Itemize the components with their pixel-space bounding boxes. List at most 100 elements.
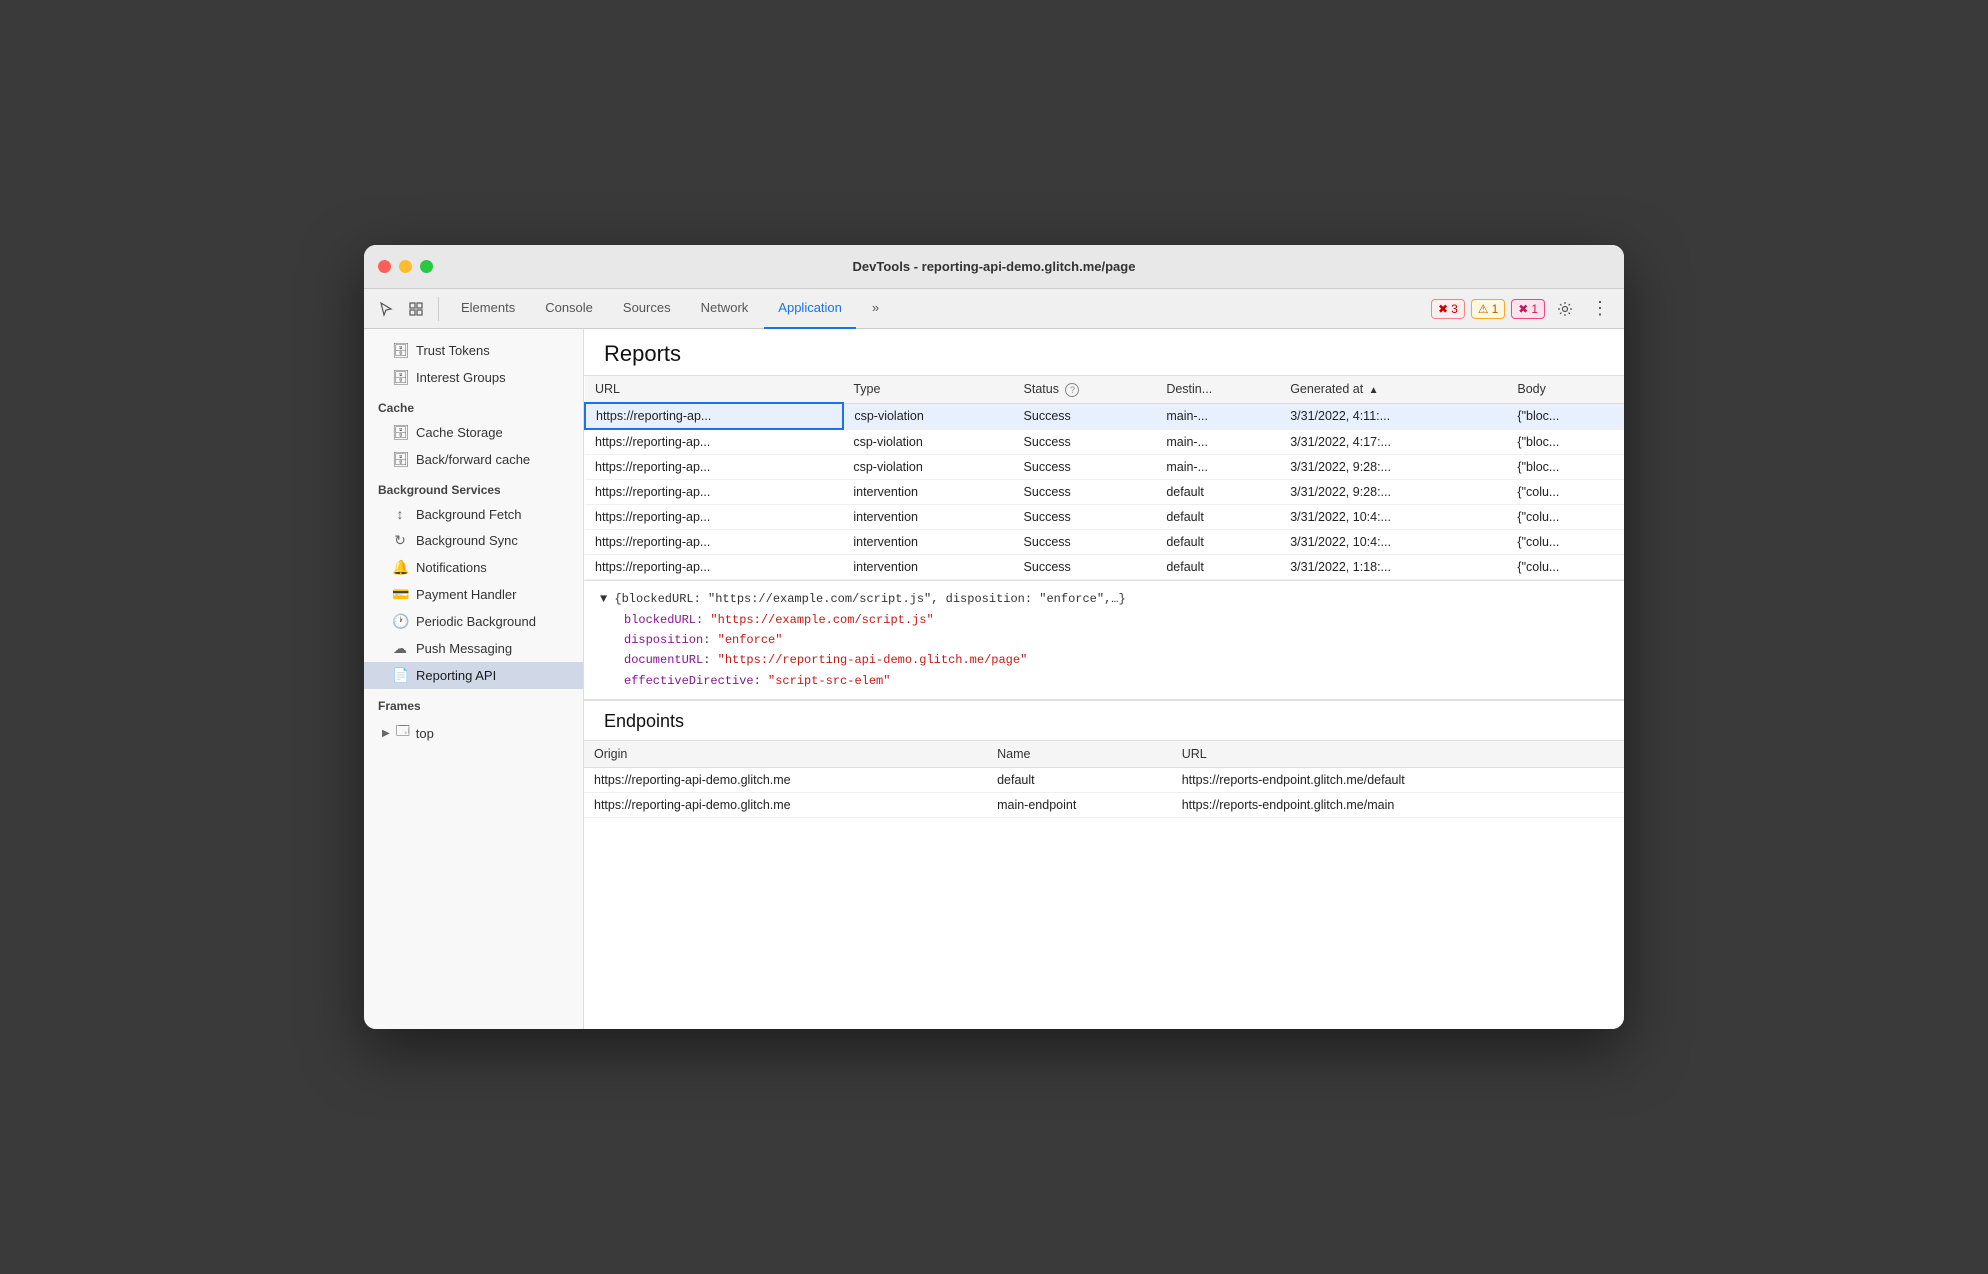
detail-line: effectiveDirective: "script-src-elem" [600, 671, 1608, 691]
ep-col-origin: Origin [584, 741, 987, 768]
col-url: URL [585, 376, 843, 403]
sidebar-item-top-frame[interactable]: ▶ 🗔 top [364, 717, 583, 749]
cell-type: csp-violation [843, 455, 1013, 480]
cell-body: {"bloc... [1507, 403, 1624, 429]
cell-generated: 3/31/2022, 1:18:... [1280, 555, 1507, 580]
sidebar-item-bg-sync[interactable]: ↻ Background Sync [364, 527, 583, 554]
sidebar-item-back-forward-cache[interactable]: 🗄 Back/forward cache [364, 446, 583, 473]
endpoints-title: Endpoints [584, 699, 1624, 741]
table-row[interactable]: https://reporting-ap... intervention Suc… [585, 530, 1624, 555]
sidebar: 🗄 Trust Tokens 🗄 Interest Groups Cache 🗄… [364, 329, 584, 1029]
table-row[interactable]: https://reporting-ap... csp-violation Su… [585, 403, 1624, 429]
cell-body: {"colu... [1507, 530, 1624, 555]
errors2-badge[interactable]: ✖ 1 [1511, 299, 1545, 319]
sort-up-icon: ▲ [1369, 385, 1379, 396]
tab-sources[interactable]: Sources [609, 289, 685, 329]
cell-url: https://reporting-ap... [585, 555, 843, 580]
reports-title: Reports [584, 329, 1624, 376]
toolbar-right: ✖ 3 ⚠ 1 ✖ 1 ⋮ [1431, 294, 1616, 323]
close-button[interactable] [378, 260, 391, 273]
tab-application[interactable]: Application [764, 289, 856, 329]
detail-key: blockedURL [624, 613, 696, 627]
error-icon: ✖ [1438, 302, 1448, 316]
sidebar-label-top: top [416, 726, 434, 741]
settings-button[interactable] [1551, 297, 1579, 321]
table-row[interactable]: https://reporting-ap... csp-violation Su… [585, 455, 1624, 480]
tab-network[interactable]: Network [687, 289, 763, 329]
triangle-icon: ▶ [382, 728, 390, 739]
sidebar-item-notifications[interactable]: 🔔 Notifications [364, 554, 583, 581]
cell-status: Success [1014, 403, 1157, 429]
detail-line: documentURL: "https://reporting-api-demo… [600, 650, 1608, 670]
sidebar-item-trust-tokens[interactable]: 🗄 Trust Tokens [364, 337, 583, 364]
sidebar-label-bfcache: Back/forward cache [416, 452, 530, 467]
warnings-count: 1 [1492, 302, 1499, 316]
cell-status: Success [1014, 429, 1157, 455]
table-row[interactable]: https://reporting-ap... csp-violation Su… [585, 429, 1624, 455]
ep-cell-name: main-endpoint [987, 793, 1172, 818]
cursor-icon-btn[interactable] [372, 297, 400, 321]
devtools-window: DevTools - reporting-api-demo.glitch.me/… [364, 245, 1624, 1029]
cell-generated: 3/31/2022, 9:28:... [1280, 480, 1507, 505]
db-icon-2: 🗄 [392, 369, 408, 386]
ep-cell-name: default [987, 768, 1172, 793]
cell-body: {"colu... [1507, 505, 1624, 530]
sidebar-item-payment-handler[interactable]: 💳 Payment Handler [364, 581, 583, 608]
table-row[interactable]: https://reporting-ap... intervention Suc… [585, 555, 1624, 580]
cell-type: intervention [843, 530, 1013, 555]
tab-console[interactable]: Console [531, 289, 607, 329]
db-icon-3: 🗄 [392, 424, 408, 441]
sidebar-item-push-messaging[interactable]: ☁ Push Messaging [364, 635, 583, 662]
cloud-icon: ☁ [392, 640, 408, 657]
sidebar-item-cache-storage[interactable]: 🗄 Cache Storage [364, 419, 583, 446]
inspect-icon-btn[interactable] [402, 297, 430, 321]
maximize-button[interactable] [420, 260, 433, 273]
ep-cell-origin: https://reporting-api-demo.glitch.me [584, 768, 987, 793]
sidebar-item-bg-fetch[interactable]: ↕ Background Fetch [364, 501, 583, 527]
detail-key: disposition [624, 633, 703, 647]
errors-badge[interactable]: ✖ 3 [1431, 299, 1465, 319]
main-layout: 🗄 Trust Tokens 🗄 Interest Groups Cache 🗄… [364, 329, 1624, 1029]
more-options-button[interactable]: ⋮ [1585, 294, 1616, 323]
sidebar-item-reporting-api[interactable]: 📄 Reporting API [364, 662, 583, 689]
table-row[interactable]: https://reporting-ap... intervention Suc… [585, 480, 1624, 505]
cell-dest: default [1156, 555, 1280, 580]
endpoints-table: Origin Name URL https://reporting-api-de… [584, 741, 1624, 818]
detail-value: "script-src-elem" [768, 674, 890, 688]
sidebar-label-notifications: Notifications [416, 560, 487, 575]
window-controls [378, 260, 433, 273]
table-row[interactable]: https://reporting-ap... intervention Suc… [585, 505, 1624, 530]
cell-generated: 3/31/2022, 10:4:... [1280, 530, 1507, 555]
col-body: Body [1507, 376, 1624, 403]
warning-icon: ⚠ [1478, 302, 1489, 316]
detail-lines: blockedURL: "https://example.com/script.… [600, 610, 1608, 692]
cell-type: intervention [843, 480, 1013, 505]
endpoints-header-row: Origin Name URL [584, 741, 1624, 768]
sidebar-item-interest-groups[interactable]: 🗄 Interest Groups [364, 364, 583, 391]
tab-elements[interactable]: Elements [447, 289, 529, 329]
detail-value: "https://example.com/script.js" [710, 613, 933, 627]
endpoints-row[interactable]: https://reporting-api-demo.glitch.me def… [584, 768, 1624, 793]
sidebar-label-periodic: Periodic Background [416, 614, 536, 629]
sidebar-item-periodic-bg[interactable]: 🕐 Periodic Background [364, 608, 583, 635]
minimize-button[interactable] [399, 260, 412, 273]
gear-icon [1557, 301, 1573, 317]
status-help-icon[interactable]: ? [1065, 383, 1079, 397]
warnings-badge[interactable]: ⚠ 1 [1471, 299, 1505, 319]
file-icon: 📄 [392, 667, 408, 684]
detail-summary: ▼ {blockedURL: "https://example.com/scri… [600, 589, 1608, 609]
detail-line: blockedURL: "https://example.com/script.… [600, 610, 1608, 630]
cell-type: csp-violation [843, 403, 1013, 429]
sidebar-section-bg-services: Background Services [364, 473, 583, 501]
sidebar-label-reporting: Reporting API [416, 668, 496, 683]
ep-cell-url: https://reports-endpoint.glitch.me/defau… [1172, 768, 1624, 793]
cell-body: {"colu... [1507, 480, 1624, 505]
cell-dest: default [1156, 530, 1280, 555]
tab-more[interactable]: » [858, 289, 893, 329]
bell-icon: 🔔 [392, 559, 408, 576]
endpoints-row[interactable]: https://reporting-api-demo.glitch.me mai… [584, 793, 1624, 818]
errors2-count: 1 [1531, 302, 1538, 316]
sidebar-section-cache: Cache [364, 391, 583, 419]
sidebar-label-payment: Payment Handler [416, 587, 516, 602]
sidebar-label-interest-groups: Interest Groups [416, 370, 506, 385]
